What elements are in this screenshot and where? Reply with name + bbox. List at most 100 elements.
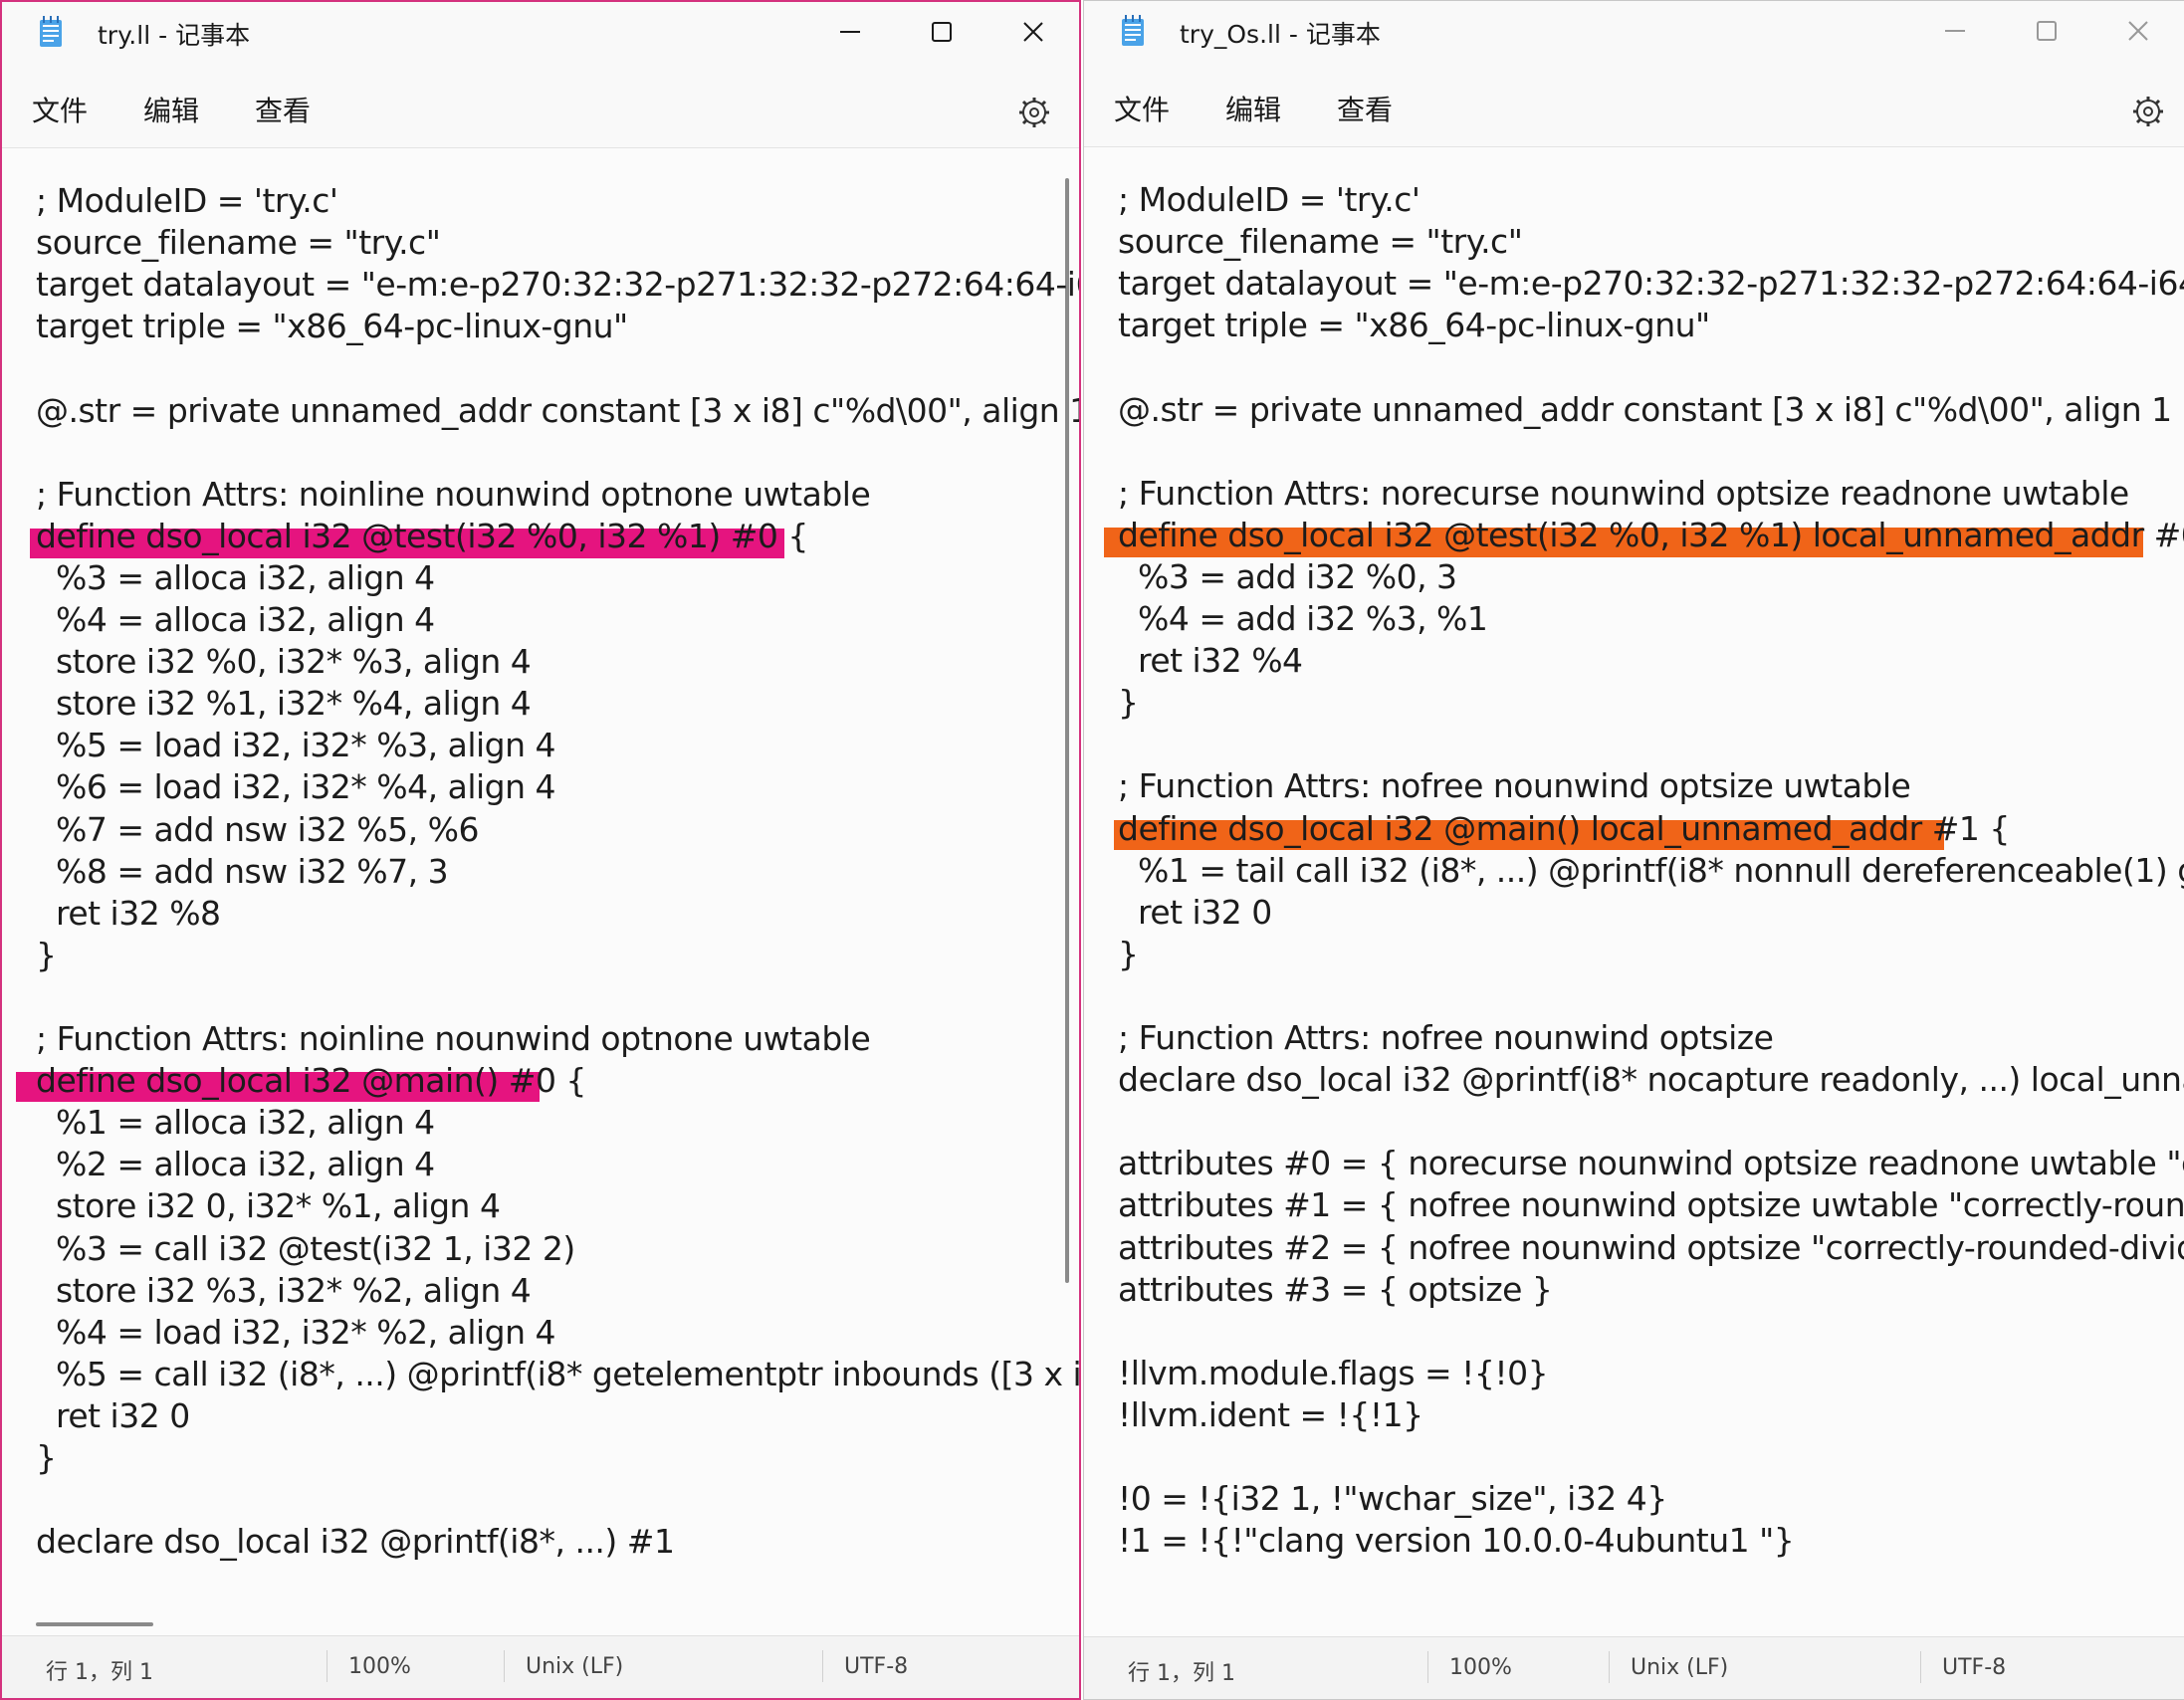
status-bar: 行 1，列 1 100% Unix (LF) UTF-8 [1084,1636,2184,1699]
code-line: ; Function Attrs: norecurse nounwind opt… [1118,473,2129,513]
code-line: !1 = !{!"clang version 10.0.0-4ubuntu1 "… [1118,1521,1795,1561]
status-divider [1427,1651,1428,1683]
status-bar: 行 1，列 1 100% Unix (LF) UTF-8 [2,1635,1079,1698]
settings-gear-icon[interactable] [2131,95,2165,128]
code-line: attributes #1 = { nofree nounwind optsiz… [1118,1185,2184,1225]
code-line: %2 = alloca i32, align 4 [36,1145,435,1184]
code-line: @.str = private unnamed_addr constant [3… [1118,389,2172,429]
notepad-app-icon [40,16,62,47]
window-title: try.ll - 记事本 [98,21,251,50]
code-line: declare dso_local i32 @printf(i8* nocapt… [1118,1060,2184,1100]
minimize-button[interactable] [804,2,896,64]
minimize-button[interactable] [1909,1,2001,63]
code-line: attributes #2 = { nofree nounwind optsiz… [1118,1227,2184,1267]
menu-view[interactable]: 查看 [255,90,311,129]
code-line: ret i32 0 [36,1395,190,1435]
status-divider [822,1650,823,1682]
close-button[interactable] [2092,1,2184,63]
horizontal-scrollbar[interactable] [36,1622,153,1626]
code-line: store i32 0, i32* %1, align 4 [36,1186,501,1226]
code-line: %1 = tail call i32 (i8*, ...) @printf(i8… [1118,850,2184,890]
code-line: ; Function Attrs: noinline nounwind optn… [36,1019,871,1058]
code-line: %4 = load i32, i32* %2, align 4 [36,1312,556,1352]
status-line-ending: Unix (LF) [1631,1655,1729,1680]
code-line: %3 = alloca i32, align 4 [36,557,435,597]
text-editor[interactable]: ; ModuleID = 'try.c' source_filename = "t… [1084,146,2184,1637]
code-line: %4 = alloca i32, align 4 [36,600,435,639]
code-line: %8 = add nsw i32 %7, 3 [36,851,449,891]
code-line: !llvm.ident = !{!1} [1118,1394,1423,1434]
code-line: ret i32 %4 [1118,641,1303,681]
code-line: ret i32 %8 [36,893,221,933]
title-bar[interactable]: try.ll - 记事本 [2,2,1079,64]
settings-gear-icon[interactable] [1017,96,1051,129]
code-line: %6 = load i32, i32* %4, align 4 [36,767,556,807]
code-line: define dso_local i32 @test(i32 %0, i32 %… [1118,515,2184,554]
code-line: source_filename = "try.c" [1118,222,1523,262]
code-line: source_filename = "try.c" [36,223,441,263]
maximize-icon [2037,21,2057,41]
notepad-window-try-ll[interactable]: try.ll - 记事本 文件 编辑 查看 ; ModuleID = 'try.… [0,0,1081,1700]
code-line: target triple = "x86_64-pc-linux-gnu" [36,307,628,346]
code-line: ; ModuleID = 'try.c' [36,181,338,220]
code-line: } [36,935,57,974]
code-line: define dso_local i32 @test(i32 %0, i32 %… [36,516,808,555]
status-divider [1920,1651,1921,1683]
code-line: %1 = alloca i32, align 4 [36,1103,435,1143]
code-line: %5 = load i32, i32* %3, align 4 [36,726,556,765]
menu-file[interactable]: 文件 [1114,89,1170,128]
code-line: declare dso_local i32 @printf(i8*, ...) … [36,1522,675,1562]
code-line: store i32 %0, i32* %3, align 4 [36,642,532,682]
code-line: ; Function Attrs: noinline nounwind optn… [36,474,871,514]
code-line: } [36,1438,57,1477]
close-icon [1023,22,1043,42]
code-line: %7 = add nsw i32 %5, %6 [36,809,480,849]
maximize-button[interactable] [896,2,987,64]
code-line: ; Function Attrs: nofree nounwind optsiz… [1118,1018,1774,1057]
status-encoding: UTF-8 [1942,1655,2007,1680]
code-line: %3 = call i32 @test(i32 1, i32 2) [36,1228,575,1268]
code-line: !llvm.module.flags = !{!0} [1118,1353,1549,1392]
code-line: attributes #3 = { optsize } [1118,1269,1553,1309]
code-line: %4 = add i32 %3, %1 [1118,599,1488,638]
code-line: target triple = "x86_64-pc-linux-gnu" [1118,306,1710,345]
code-line: ret i32 0 [1118,892,1272,932]
close-button[interactable] [987,2,1079,64]
notepad-app-icon [1122,15,1144,46]
status-line-ending: Unix (LF) [526,1654,624,1679]
maximize-icon [932,22,952,42]
status-divider [1609,1651,1610,1683]
code-line: define dso_local i32 @main() local_unnam… [1118,808,2010,848]
code-line: target datalayout = "e-m:e-p270:32:32-p2… [36,265,1079,305]
code-line: %3 = add i32 %0, 3 [1118,556,1457,596]
code-line: define dso_local i32 @main() #0 { [36,1061,586,1101]
status-cursor-position: 行 1，列 1 [1128,1661,1235,1686]
window-title: try_Os.ll - 记事本 [1180,20,1381,49]
code-line: %5 = call i32 (i8*, ...) @printf(i8* get… [36,1354,1079,1393]
menu-bar: 文件 编辑 查看 [1084,73,2184,144]
status-divider [504,1650,505,1682]
close-icon [2128,21,2148,41]
menu-edit[interactable]: 编辑 [143,90,199,129]
code-line: attributes #0 = { norecurse nounwind opt… [1118,1144,2184,1183]
code-line: !0 = !{i32 1, !"wchar_size", i32 4} [1118,1479,1667,1519]
menu-view[interactable]: 查看 [1337,89,1393,128]
menu-file[interactable]: 文件 [32,90,88,129]
text-editor[interactable]: ; ModuleID = 'try.c' source_filename = "t… [2,147,1079,1636]
code-line: store i32 %1, i32* %4, align 4 [36,684,532,724]
status-zoom: 100% [1449,1655,1512,1680]
code-line: ; Function Attrs: nofree nounwind optsiz… [1118,766,1911,806]
vertical-scrollbar[interactable] [1065,178,1069,1283]
code-line: } [1118,934,1139,973]
minimize-icon [1945,30,1965,32]
code-line: target datalayout = "e-m:e-p270:32:32-p2… [1118,264,2184,304]
status-divider [327,1650,328,1682]
notepad-window-try-os-ll[interactable]: try_Os.ll - 记事本 文件 编辑 查看 ; ModuleID = 't… [1083,0,2184,1700]
menu-edit[interactable]: 编辑 [1225,89,1281,128]
status-encoding: UTF-8 [844,1654,909,1679]
maximize-button[interactable] [2001,1,2092,63]
minimize-icon [840,31,860,33]
title-bar[interactable]: try_Os.ll - 记事本 [1084,1,2184,63]
code-line: ; ModuleID = 'try.c' [1118,180,1420,219]
code-line: store i32 %3, i32* %2, align 4 [36,1270,532,1310]
